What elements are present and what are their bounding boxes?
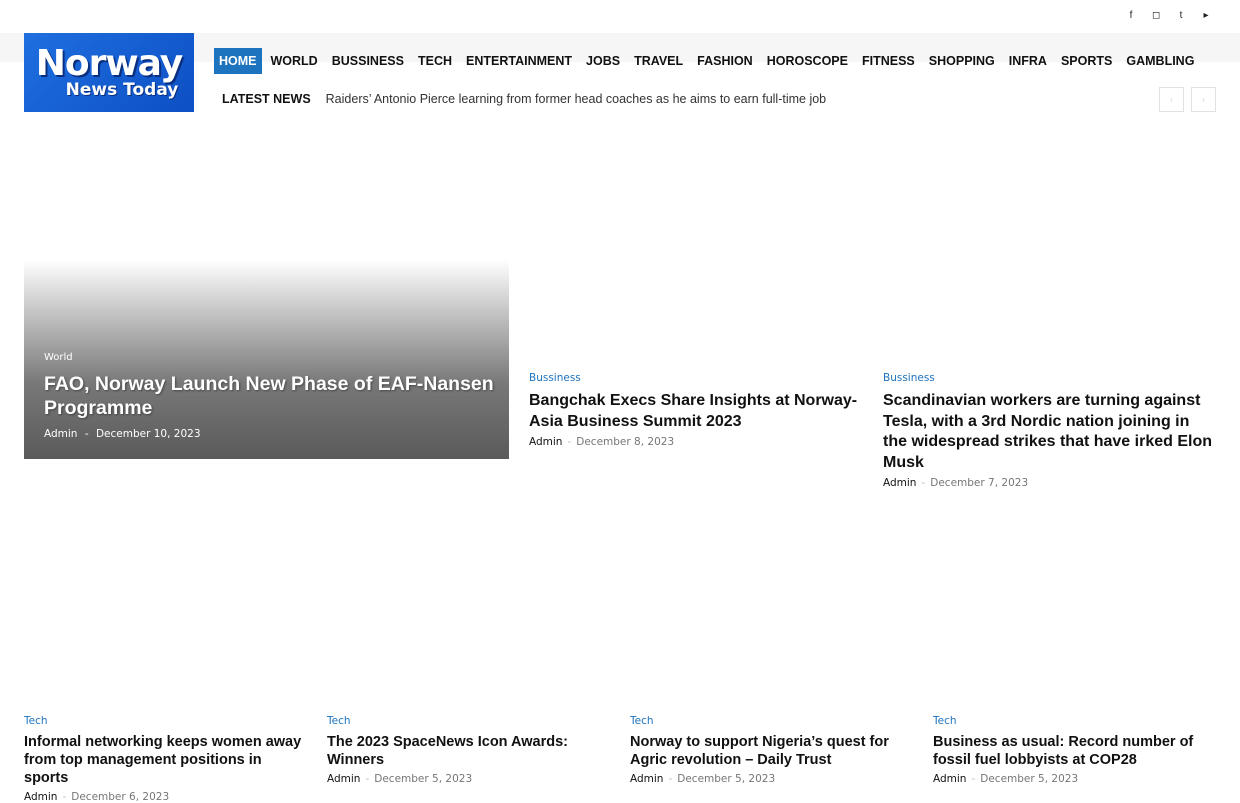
ticker-prev-button[interactable]: ‹ — [1159, 87, 1184, 112]
tech-article: Tech Norway to support Nigeria’s quest f… — [630, 715, 915, 785]
nav-travel[interactable]: Travel — [629, 48, 688, 74]
article-date: December 8, 2023 — [576, 436, 675, 448]
featured-article: Bussiness Scandinavian workers are turni… — [883, 372, 1216, 489]
nav-tech[interactable]: Tech — [413, 48, 457, 74]
nav-sports[interactable]: Sports — [1056, 48, 1117, 74]
social-links: f ◻ t ▸ — [1127, 9, 1210, 23]
site-logo[interactable]: Norway News Today — [24, 33, 194, 112]
meta-separator: - — [84, 428, 89, 440]
nav-horoscope[interactable]: Horoscope — [762, 48, 853, 74]
hero-meta: Admin - December 10, 2023 — [44, 428, 201, 440]
hero-date: December 10, 2023 — [95, 428, 201, 440]
article-category[interactable]: Bussiness — [883, 372, 1216, 384]
article-category[interactable]: Tech — [327, 715, 612, 727]
meta-separator: - — [365, 773, 370, 785]
hero-article[interactable]: World FAO, Norway Launch New Phase of EA… — [24, 260, 509, 459]
article-meta: Admin - December 5, 2023 — [630, 773, 915, 785]
chevron-left-icon: ‹ — [1170, 95, 1173, 104]
meta-separator: - — [971, 773, 976, 785]
article-date: December 6, 2023 — [71, 791, 170, 803]
instagram-icon[interactable]: ◻ — [1152, 9, 1160, 23]
featured-article: Bussiness Bangchak Execs Share Insights … — [529, 372, 859, 448]
hero-title[interactable]: FAO, Norway Launch New Phase of EAF-Nans… — [44, 372, 494, 420]
youtube-icon[interactable]: ▸ — [1202, 9, 1210, 23]
article-author[interactable]: Admin — [933, 773, 966, 785]
nav-home[interactable]: Home — [214, 48, 262, 74]
nav-gambling[interactable]: Gambling — [1121, 48, 1199, 74]
article-category[interactable]: Tech — [630, 715, 915, 727]
article-meta: Admin - December 5, 2023 — [933, 773, 1216, 785]
nav-fitness[interactable]: Fitness — [857, 48, 920, 74]
article-title[interactable]: The 2023 SpaceNews Icon Awards: Winners — [327, 733, 612, 769]
hero-category[interactable]: World — [44, 352, 73, 363]
article-date: December 5, 2023 — [374, 773, 473, 785]
twitter-icon[interactable]: t — [1177, 9, 1185, 23]
nav-jobs[interactable]: Jobs — [581, 48, 625, 74]
facebook-icon[interactable]: f — [1127, 9, 1135, 23]
article-meta: Admin - December 7, 2023 — [883, 477, 1216, 489]
article-date: December 5, 2023 — [677, 773, 776, 785]
article-category[interactable]: Tech — [933, 715, 1216, 727]
ticker-label: LATEST NEWS — [222, 92, 311, 106]
tech-article: Tech The 2023 SpaceNews Icon Awards: Win… — [327, 715, 612, 785]
ticker-next-button[interactable]: › — [1191, 87, 1216, 112]
nav-bussiness[interactable]: Bussiness — [327, 48, 409, 74]
top-bar: f ◻ t ▸ — [0, 0, 1240, 33]
hero-author[interactable]: Admin — [44, 428, 77, 440]
chevron-right-icon: › — [1202, 95, 1205, 104]
main-nav: Home World Bussiness Tech Entertainment … — [214, 48, 1203, 74]
article-title[interactable]: Bangchak Execs Share Insights at Norway-… — [529, 391, 859, 432]
latest-news-ticker: LATEST NEWS Raiders’ Antonio Pierce lear… — [222, 92, 826, 106]
article-author[interactable]: Admin — [529, 436, 562, 448]
article-title[interactable]: Norway to support Nigeria’s quest for Ag… — [630, 733, 915, 769]
tech-article: Tech Informal networking keeps women awa… — [24, 715, 309, 803]
meta-separator: - — [567, 436, 572, 448]
article-date: December 7, 2023 — [930, 477, 1029, 489]
ticker-headline[interactable]: Raiders’ Antonio Pierce learning from fo… — [326, 92, 826, 106]
nav-entertainment[interactable]: Entertainment — [461, 48, 577, 74]
logo-title: Norway — [35, 42, 184, 84]
article-author[interactable]: Admin — [630, 773, 663, 785]
nav-fashion[interactable]: Fashion — [692, 48, 758, 74]
meta-separator: - — [668, 773, 673, 785]
nav-shopping[interactable]: Shopping — [924, 48, 1000, 74]
article-date: December 5, 2023 — [980, 773, 1079, 785]
article-meta: Admin - December 5, 2023 — [327, 773, 612, 785]
article-title[interactable]: Scandinavian workers are turning against… — [883, 391, 1216, 473]
article-author[interactable]: Admin — [327, 773, 360, 785]
article-category[interactable]: Bussiness — [529, 372, 859, 384]
meta-separator: - — [62, 791, 67, 803]
logo-subtitle: News Today — [65, 79, 179, 100]
nav-infra[interactable]: Infra — [1004, 48, 1052, 74]
article-meta: Admin - December 8, 2023 — [529, 436, 859, 448]
tech-article: Tech Business as usual: Record number of… — [933, 715, 1216, 785]
nav-world[interactable]: World — [266, 48, 323, 74]
article-meta: Admin - December 6, 2023 — [24, 791, 309, 803]
article-title[interactable]: Business as usual: Record number of foss… — [933, 733, 1216, 769]
article-author[interactable]: Admin — [883, 477, 916, 489]
article-title[interactable]: Informal networking keeps women away fro… — [24, 733, 309, 787]
article-author[interactable]: Admin — [24, 791, 57, 803]
article-category[interactable]: Tech — [24, 715, 309, 727]
meta-separator: - — [921, 477, 926, 489]
